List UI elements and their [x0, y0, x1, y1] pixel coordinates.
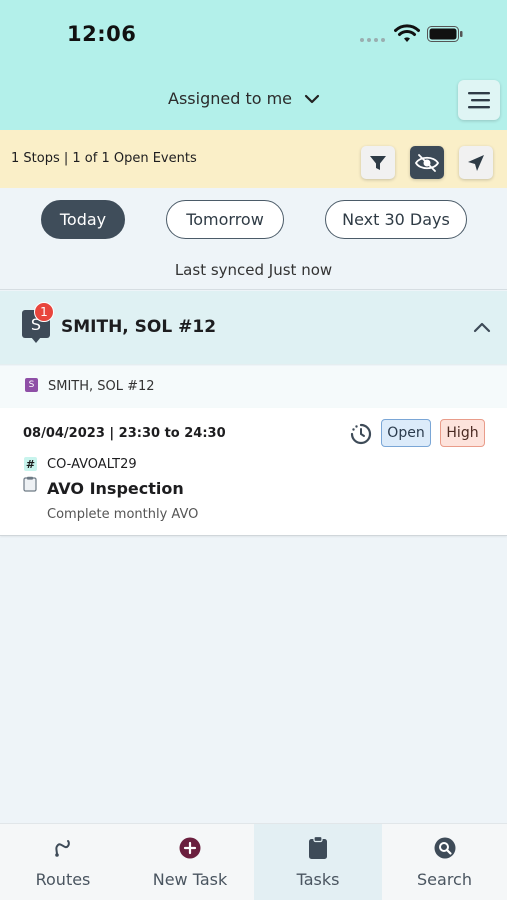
eye-slash-icon [415, 153, 439, 172]
status-badge: Open [381, 419, 431, 447]
app-header [0, 0, 507, 130]
location-tag-icon: S [25, 378, 38, 392]
priority-badge: High [440, 419, 485, 447]
stop-name: SMITH, SOL #12 [61, 317, 217, 337]
menu-button[interactable] [458, 80, 500, 120]
chevron-down-icon [304, 94, 320, 103]
assigned-filter-label: Assigned to me [168, 89, 293, 108]
assigned-filter-dropdown[interactable]: Assigned to me [168, 89, 320, 108]
filter-today-button[interactable]: Today [41, 200, 125, 239]
tab-tasks-label: Tasks [296, 870, 340, 889]
task-code: CO-AVOALT29 [47, 457, 137, 472]
stop-event-count-badge: 1 [34, 302, 54, 322]
chevron-up-icon[interactable] [473, 320, 491, 334]
tab-new-task-label: New Task [152, 870, 228, 889]
clipboard-icon [306, 836, 330, 860]
tab-routes[interactable]: Routes [0, 824, 126, 900]
filter-icon [370, 155, 386, 170]
tab-search[interactable]: Search [382, 824, 507, 900]
hamburger-menu-icon [468, 92, 490, 109]
battery-icon [427, 26, 463, 42]
navigate-button[interactable] [459, 146, 493, 179]
tab-new-task[interactable]: New Task [126, 824, 254, 900]
stops-summary: 1 Stops | 1 of 1 Open Events [11, 151, 197, 166]
task-description: Complete monthly AVO [47, 507, 199, 522]
tab-routes-label: Routes [35, 870, 91, 889]
timer-icon [350, 423, 372, 445]
last-synced-text: Last synced Just now [174, 261, 333, 279]
stop-location-name: SMITH, SOL #12 [48, 379, 155, 394]
hash-icon: # [24, 457, 37, 471]
filter-tomorrow-button[interactable]: Tomorrow [166, 200, 284, 239]
task-title: AVO Inspection [47, 479, 184, 498]
task-datetime: 08/04/2023 | 23:30 to 24:30 [23, 426, 226, 441]
filter-next-30-days-button[interactable]: Next 30 Days [325, 200, 467, 239]
stop-avatar-pointer [31, 337, 41, 343]
plus-circle-icon [178, 836, 202, 860]
wifi-icon [394, 24, 420, 42]
filter-button[interactable] [361, 146, 395, 179]
clipboard-outline-icon [23, 476, 37, 492]
navigation-arrow-icon [468, 154, 484, 171]
cellular-signal-icon [360, 38, 385, 42]
tab-search-label: Search [417, 870, 472, 889]
visibility-toggle-button[interactable] [410, 146, 444, 179]
status-time: 12:06 [67, 22, 137, 46]
routes-icon [51, 836, 75, 860]
tab-tasks[interactable]: Tasks [254, 824, 382, 900]
search-icon [433, 836, 457, 860]
